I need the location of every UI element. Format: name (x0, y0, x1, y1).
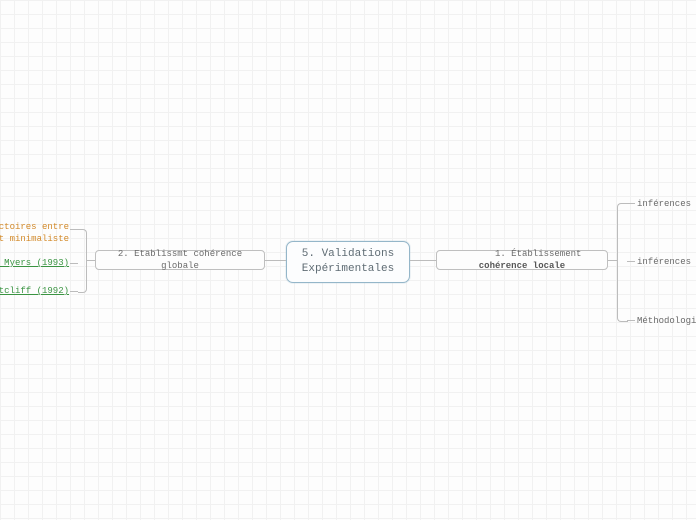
leaf-left-0-line2: e et minimaliste (0, 234, 69, 244)
root-node-label: 5. Validations Expérimentales (302, 247, 394, 277)
connector-bracket (78, 229, 87, 293)
branch-right-node[interactable]: 1. Établissement cohérence locale (436, 250, 608, 270)
branch-left-label: 2. Etablissmt cohérence globale (102, 248, 258, 272)
leaf-right-1-prefix: inférences (637, 257, 696, 267)
leaf-right-0-label: inférences de (637, 199, 696, 209)
leaf-left-0-line1: adictoires entre (0, 222, 69, 232)
branch-right-label: 1. Établissement cohérence locale (443, 236, 601, 285)
connector-bracket (617, 203, 628, 322)
leaf-right-2[interactable]: Méthodologies (637, 316, 696, 328)
connector (70, 229, 78, 230)
branch-right-prefix: 1. Établissement (495, 249, 587, 259)
connector (410, 260, 436, 261)
connector (627, 320, 635, 321)
branch-left-node[interactable]: 2. Etablissmt cohérence globale (95, 250, 265, 270)
leaf-right-1[interactable]: inférences cau (637, 257, 696, 269)
branch-right-bold: cohérence locale (479, 261, 565, 271)
connector (627, 261, 635, 262)
leaf-left-1[interactable]: et Myers (1993) (0, 258, 69, 270)
connector (608, 260, 617, 261)
mindmap-canvas[interactable]: 5. Validations Expérimentales 2. Etablis… (0, 0, 696, 520)
connector (86, 260, 95, 261)
connector (627, 203, 635, 204)
leaf-left-1-label: et Myers (1993) (0, 258, 69, 268)
leaf-right-0[interactable]: inférences de (637, 199, 696, 211)
leaf-right-2-label: Méthodologies (637, 316, 696, 326)
leaf-left-2-label: Ratcliff (1992) (0, 286, 69, 296)
connector (265, 260, 286, 261)
root-node[interactable]: 5. Validations Expérimentales (286, 241, 410, 283)
connector (70, 263, 78, 264)
leaf-left-0[interactable]: adictoires entre e et minimaliste (0, 222, 69, 245)
connector (70, 291, 78, 292)
leaf-left-2[interactable]: Ratcliff (1992) (0, 286, 69, 298)
